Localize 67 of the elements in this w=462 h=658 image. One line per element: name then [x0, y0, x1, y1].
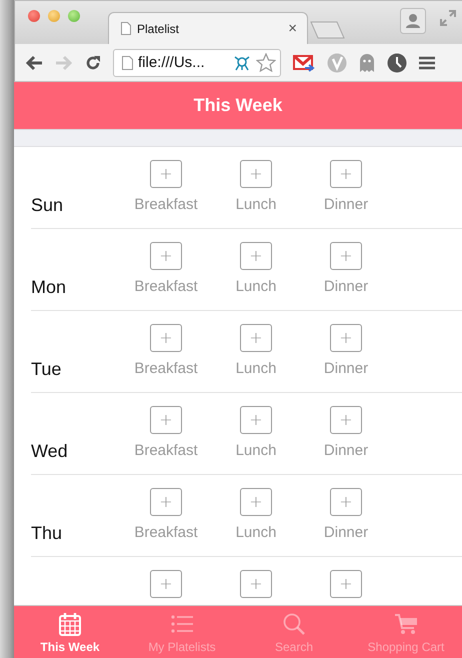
day-name: Mon [31, 278, 68, 296]
add-meal-button[interactable]: + [150, 488, 182, 516]
calendar-icon [58, 612, 82, 636]
meal-label: Breakfast [134, 196, 198, 214]
add-meal-button[interactable]: + [150, 324, 182, 352]
meal-label: Dinner [324, 196, 368, 214]
minimize-window-icon[interactable] [48, 10, 60, 22]
meal-label: Lunch [236, 278, 276, 296]
page-icon [121, 22, 131, 35]
tab-bar-item[interactable]: Shopping Cart [350, 606, 462, 658]
header-title: This Week [14, 82, 462, 130]
add-meal-button[interactable]: + [330, 570, 362, 598]
add-meal-button[interactable]: + [240, 570, 272, 598]
meal-label: Breakfast [134, 360, 198, 378]
tab-bar-item[interactable]: Search [238, 606, 350, 658]
meal-label: Lunch [236, 196, 276, 214]
add-meal-button[interactable]: + [150, 242, 182, 270]
back-icon[interactable] [25, 54, 43, 70]
add-meal-button[interactable]: + [150, 406, 182, 434]
close-window-icon[interactable] [28, 10, 40, 22]
meal-label: Breakfast [134, 442, 198, 460]
address-bar[interactable]: file:///Us... [113, 48, 281, 76]
day-name: Wed [31, 442, 69, 460]
person-icon[interactable] [400, 8, 426, 34]
forward-icon[interactable] [55, 54, 73, 70]
add-meal-button[interactable]: + [330, 242, 362, 270]
meal-label: Dinner [324, 278, 368, 296]
add-meal-button[interactable]: + [240, 242, 272, 270]
search-icon [282, 612, 306, 636]
add-meal-button[interactable]: + [330, 488, 362, 516]
letter-v-icon[interactable] [327, 52, 347, 72]
cart-icon [394, 612, 418, 636]
add-meal-button[interactable]: + [240, 160, 272, 188]
meal-label: Dinner [324, 360, 368, 378]
meal-label: Lunch [236, 442, 276, 460]
ghost-icon[interactable] [359, 52, 375, 72]
meal-label: Dinner [324, 524, 368, 542]
clock-icon[interactable] [387, 52, 407, 72]
menu-icon[interactable] [419, 56, 435, 70]
add-meal-button[interactable]: + [330, 160, 362, 188]
new-tab-button[interactable] [310, 21, 346, 39]
add-meal-button[interactable]: + [240, 324, 272, 352]
mail-icon[interactable] [293, 54, 315, 72]
meal-label: Lunch [236, 524, 276, 542]
add-meal-button[interactable]: + [240, 488, 272, 516]
meal-label: Lunch [236, 360, 276, 378]
add-meal-button[interactable]: + [330, 406, 362, 434]
reload-icon[interactable] [85, 54, 101, 70]
network-icon[interactable] [233, 54, 251, 72]
page-icon [122, 56, 133, 70]
star-icon[interactable] [256, 53, 276, 72]
meal-label: Dinner [324, 442, 368, 460]
add-meal-button[interactable]: + [240, 406, 272, 434]
tab-bar-item[interactable]: This Week [14, 606, 126, 658]
add-meal-button[interactable]: + [150, 570, 182, 598]
meal-label: Breakfast [134, 524, 198, 542]
add-meal-button[interactable]: + [330, 324, 362, 352]
close-tab-button[interactable]: × [288, 20, 297, 37]
day-name: Sun [31, 196, 64, 214]
fullscreen-icon[interactable] [440, 10, 456, 26]
add-meal-button[interactable]: + [150, 160, 182, 188]
meal-label: Breakfast [134, 278, 198, 296]
browser-tab[interactable]: Platelist × [108, 12, 308, 44]
day-name: Thu [31, 524, 64, 542]
day-name: Tue [31, 360, 62, 378]
tab-bar-item[interactable]: My Platelists [126, 606, 238, 658]
zoom-window-icon[interactable] [68, 10, 80, 22]
